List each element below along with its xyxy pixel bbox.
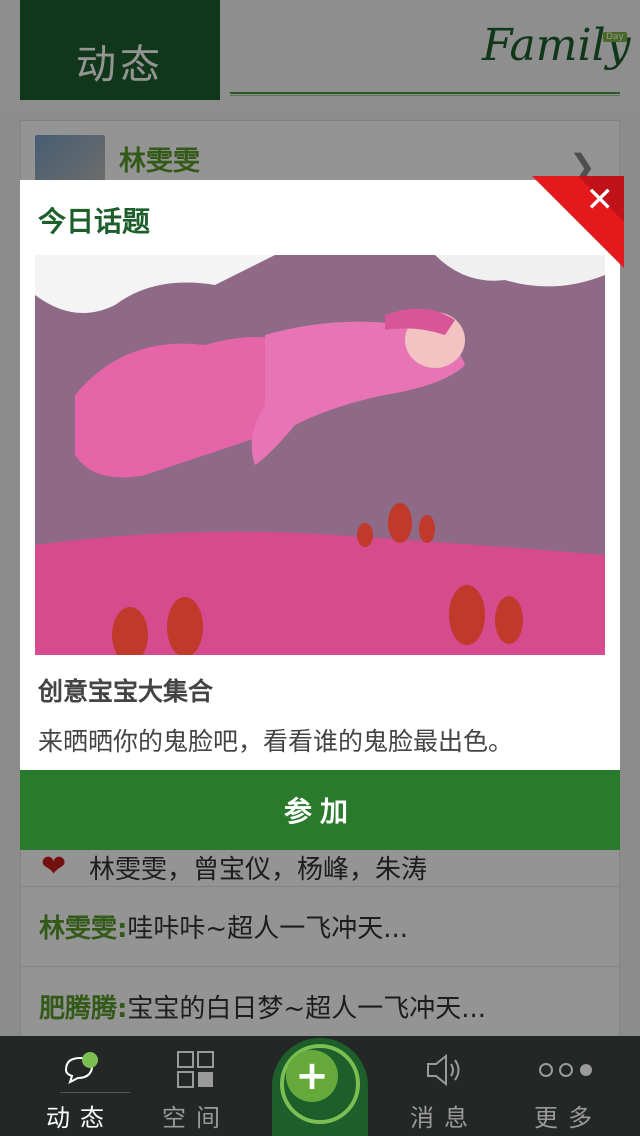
- tab-messages[interactable]: 消息: [384, 1036, 504, 1136]
- speaker-icon: [427, 1053, 460, 1087]
- tab-label: 消息: [410, 1104, 478, 1132]
- join-button[interactable]: 参加: [20, 770, 620, 850]
- topic-name: 创意宝宝大集合: [38, 677, 214, 706]
- tab-space[interactable]: 空间: [136, 1036, 256, 1136]
- chat-bubble-icon: [64, 1052, 98, 1084]
- dots-icon: [539, 1063, 592, 1077]
- close-icon[interactable]: ✕: [586, 180, 615, 220]
- tab-more[interactable]: 更多: [508, 1036, 628, 1136]
- add-button[interactable]: +: [272, 1038, 368, 1136]
- topic-photo: [35, 255, 605, 655]
- tab-underline: [60, 1092, 130, 1093]
- dialog-title: 今日话题: [38, 205, 151, 238]
- tab-feed[interactable]: 动态: [20, 1036, 140, 1136]
- grid-icon: [177, 1051, 214, 1088]
- tab-label: 动态: [46, 1104, 114, 1132]
- topic-description: 来晒晒你的鬼脸吧，看看谁的鬼脸最出色。: [38, 727, 514, 756]
- tab-label: 更多: [534, 1104, 602, 1132]
- add-icon[interactable]: +: [286, 1050, 338, 1102]
- topic-dialog: 今日话题 ✕ 创意宝宝大集合 来晒晒你的鬼脸吧，看看谁的鬼脸最出色。: [20, 176, 624, 770]
- tab-label: 空间: [162, 1104, 230, 1132]
